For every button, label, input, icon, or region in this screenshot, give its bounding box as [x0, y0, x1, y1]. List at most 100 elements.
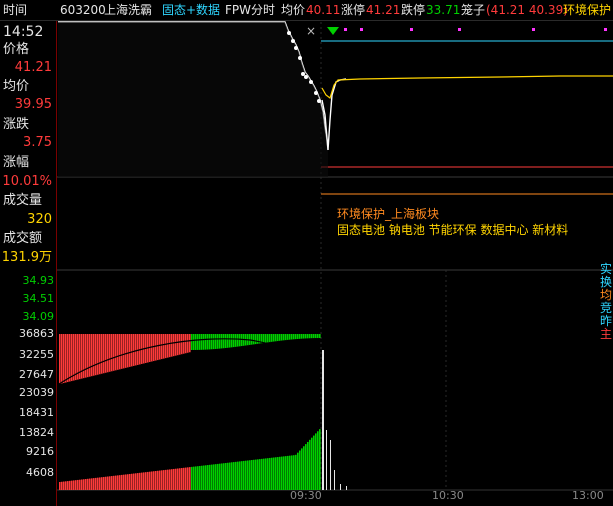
volume-bar-top [253, 334, 255, 345]
volume-bar-bottom [213, 464, 215, 490]
volume-bar-bottom [131, 473, 133, 490]
side-label[interactable]: 主 [600, 328, 613, 341]
volume-bar-top [135, 334, 137, 366]
volume-bar-bottom [239, 461, 241, 490]
avg-value: 39.95 [14, 97, 52, 112]
volume-bar-bottom [285, 456, 287, 490]
volume-bar-bottom [249, 460, 251, 490]
volume-bar-top [309, 334, 311, 339]
time-tab[interactable]: 时间 [3, 0, 27, 20]
volume-bar-top [97, 334, 99, 375]
volume-bar-top [209, 334, 211, 350]
volume-bar-top [87, 334, 89, 378]
volume-bar-bottom [279, 456, 281, 490]
volume-bar-bottom [215, 464, 217, 490]
volume-bar-bottom [205, 465, 207, 490]
volume-tick: 18431 [19, 406, 54, 419]
volume-bar-bottom [315, 433, 317, 490]
volume-bar-bottom [283, 456, 285, 490]
volume-bar-bottom [85, 479, 87, 490]
volume-bar-bottom [115, 475, 117, 490]
volume-bar-bottom [111, 476, 113, 490]
volume-bar-top [213, 334, 215, 350]
volume-bar-bottom [277, 457, 279, 490]
limit-down-label: 跌停 [401, 3, 426, 17]
volume-bar-top [289, 334, 291, 340]
avg-price-label: 均价 [281, 3, 306, 17]
volume-bar-bottom [181, 468, 183, 490]
volume-bar-bottom [123, 474, 125, 490]
volume-bar-top [83, 334, 85, 379]
volume-bar-top [171, 334, 173, 357]
volume-bar-bottom [297, 452, 299, 490]
volume-bar-bottom [119, 475, 121, 490]
concept-tag-primary[interactable]: 环境保护_上海板块 [337, 206, 568, 222]
volume-bar-bottom [95, 477, 97, 490]
volume-bar-bottom [171, 469, 173, 490]
volume-bar-bottom [87, 478, 89, 490]
volume-bar-top [125, 334, 127, 368]
volume-bar-bottom [301, 448, 303, 490]
volume-bar-bottom [287, 455, 289, 490]
volume-bar-top [231, 334, 233, 348]
volume-bar-bottom [137, 473, 139, 490]
volume-bar-top [281, 334, 283, 341]
volume-bar-bottom [219, 463, 221, 490]
volume-bar-top [187, 334, 189, 353]
close-icon[interactable]: × [306, 24, 316, 38]
volume-bar-bottom [183, 467, 185, 490]
mode-label[interactable]: 固态+数据 [162, 0, 220, 20]
volume-bar-bottom [203, 465, 205, 490]
limit-down-value: 33.71 [426, 3, 461, 17]
volume-bar-bottom [217, 463, 219, 490]
concept-tag-list[interactable]: 固态电池 钠电池 节能环保 数据中心 新材料 [337, 222, 568, 238]
volume-bar-bottom [143, 472, 145, 490]
volume-bar-top [211, 334, 213, 350]
volume-bar-bottom [93, 478, 95, 490]
volume-bar-top [237, 334, 239, 347]
price-tick: 34.93 [22, 274, 55, 287]
volume-bar-bottom [199, 465, 201, 490]
volume-bar-bottom [245, 460, 247, 490]
stock-code: 603200 [60, 3, 106, 17]
volume-bar-bottom [251, 460, 253, 490]
volume-bar-bottom [107, 476, 109, 490]
chart-mode[interactable]: FPW分时 [225, 0, 275, 20]
volume-bar-bottom [81, 479, 83, 490]
volume-bar-top [285, 334, 287, 341]
volume-bar-bottom [79, 479, 81, 490]
volume-bar-top [257, 334, 259, 344]
volume-bar-top [183, 334, 185, 354]
concept-label[interactable]: 环境保护 [563, 0, 611, 20]
volume-bar-top [305, 334, 307, 339]
volume-bar-bottom [91, 478, 93, 490]
volume-bar-top [169, 334, 171, 358]
volume-bar-top [299, 334, 301, 339]
volume-bar-bottom [89, 478, 91, 490]
volume-bar-bottom [75, 480, 77, 490]
volume-bar-bottom [165, 469, 167, 490]
volume-bar-bottom [113, 475, 115, 490]
volume-bar-top [263, 334, 265, 343]
volume-bar-bottom [281, 456, 283, 490]
volume-bar-bottom [157, 470, 159, 490]
volume-tick: 4608 [26, 466, 54, 479]
volume-bar-bottom [151, 471, 153, 490]
volume-bar-top [167, 334, 169, 358]
volume-bar-top [283, 334, 285, 341]
volume-tick: 9216 [26, 445, 54, 458]
limit-up-label: 涨停 [341, 3, 366, 17]
volume-bar-top [301, 334, 303, 339]
volume-bar-top [91, 334, 93, 377]
volume-bar-bottom [225, 462, 227, 490]
volume-bar-top [303, 334, 305, 339]
volume-bar-bottom [247, 460, 249, 490]
volume-bar-top [69, 334, 71, 382]
volume-value: 320 [27, 212, 52, 227]
volume-bar-top [271, 334, 273, 342]
volume-bar-bottom [103, 476, 105, 490]
volume-bar-top [239, 334, 241, 347]
volume-bar-top [75, 334, 77, 381]
volume-bar-top [199, 334, 201, 350]
volume-bar-top [215, 334, 217, 349]
